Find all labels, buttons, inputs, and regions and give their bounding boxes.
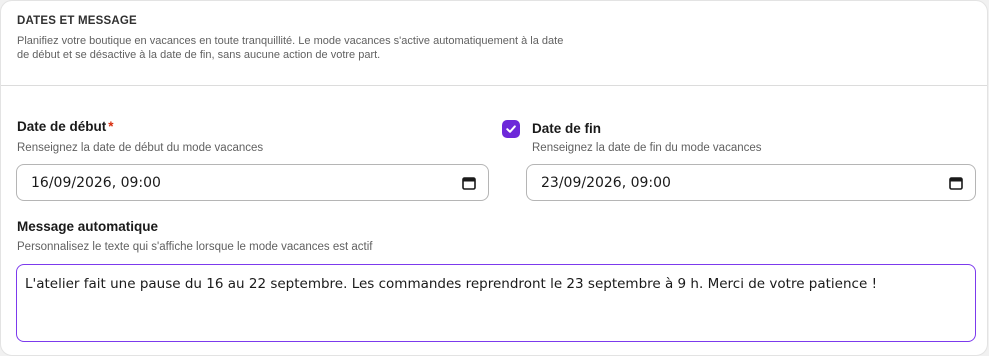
section-title: DATES ET MESSAGE (17, 15, 137, 27)
section-header: DATES ET MESSAGE Planifiez votre boutiqu… (1, 1, 987, 86)
message-help: Personnalisez le texte qui s'affiche lor… (17, 241, 373, 253)
end-date-input[interactable]: 23/09/2026, 09:00 (526, 164, 976, 201)
start-date-help: Renseignez la date de début du mode vaca… (17, 142, 264, 154)
end-date-help: Renseignez la date de fin du mode vacanc… (532, 142, 762, 154)
start-date-label: Date de début (17, 119, 107, 134)
calendar-icon[interactable] (462, 176, 476, 190)
message-value: L'atelier fait une pause du 16 au 22 sep… (25, 276, 877, 292)
dates-message-card: DATES ET MESSAGE Planifiez votre boutiqu… (0, 0, 988, 356)
start-date-value: 16/09/2026, 09:00 (31, 174, 161, 191)
calendar-icon[interactable] (949, 176, 963, 190)
message-textarea[interactable]: L'atelier fait une pause du 16 au 22 sep… (16, 264, 976, 342)
required-marker: * (108, 119, 114, 134)
end-date-checkbox[interactable] (502, 120, 520, 138)
message-label: Message automatique (17, 219, 159, 234)
start-date-label-row: Date de début * (17, 119, 114, 134)
section-description: Planifiez votre boutique en vacances en … (17, 35, 564, 61)
start-date-input[interactable]: 16/09/2026, 09:00 (16, 164, 489, 201)
checkmark-icon (506, 125, 516, 133)
end-date-value: 23/09/2026, 09:00 (541, 174, 671, 191)
end-date-label: Date de fin (532, 121, 602, 136)
